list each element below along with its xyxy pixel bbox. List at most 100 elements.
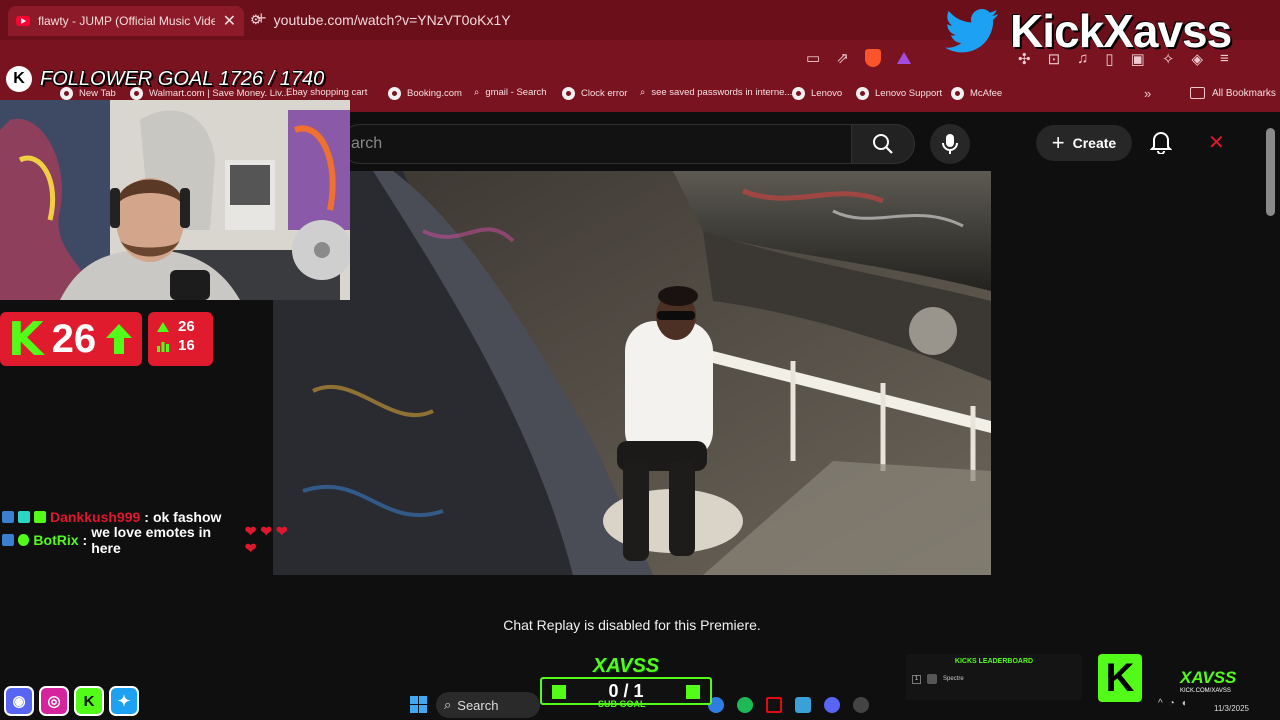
kick-logo-icon: K — [6, 66, 32, 92]
bookmark-gmail-search[interactable]: ⌕ gmail - Search — [474, 87, 547, 98]
sub-goal-label: SUB GOAL — [598, 699, 646, 709]
brave-shield-icon[interactable] — [864, 49, 881, 67]
bookmark-mcafee[interactable]: McAfee — [951, 87, 1002, 100]
leaderboard-name: Spectre — [943, 676, 964, 682]
search-input[interactable]: arch — [340, 124, 852, 164]
chat-username: Dankkush999 — [50, 508, 141, 525]
sub-goal-logo: XAVSS — [592, 655, 660, 677]
page-scrollbar[interactable] — [1266, 128, 1275, 216]
xavss-name: XAVSS — [1180, 668, 1237, 687]
url-text: youtube.com/watch?v=YNzVT0oKx1Y — [273, 12, 511, 28]
arrow-up-icon — [106, 324, 133, 354]
browser-tab-youtube[interactable]: flawty - JUMP (Official Music Video) - Y… — [8, 6, 244, 36]
youtube-favicon-icon — [16, 16, 30, 26]
badge-icon — [18, 510, 30, 523]
tab-title: flawty - JUMP (Official Music Video) - Y… — [38, 14, 215, 28]
heart-emotes-icon: ❤ ❤ ❤ ❤ — [244, 522, 288, 556]
chat-separator: : — [82, 531, 88, 548]
bookmark-lenovo-support[interactable]: Lenovo Support — [856, 87, 942, 100]
webcam-image — [0, 100, 350, 300]
chat-message: BotRix : we love emotes in here ❤ ❤ ❤ ❤ — [2, 523, 302, 556]
stream-chat: Dankkush999 : ok fashow BotRix : we love… — [2, 505, 302, 556]
globe-icon — [856, 87, 869, 100]
cast-icon[interactable]: ▭ — [806, 49, 820, 67]
discord-icon: ◉ — [4, 686, 34, 716]
search-button[interactable] — [851, 124, 915, 164]
verified-icon — [17, 533, 30, 546]
chevron-up-icon[interactable]: ^ — [1158, 698, 1163, 709]
avatar — [927, 674, 937, 684]
stats-row-up: 26 — [156, 318, 205, 335]
twitter-icon: ✦ — [109, 686, 139, 716]
globe-icon — [388, 87, 401, 100]
instagram-icon: ◎ — [39, 686, 69, 716]
twitter-bird-icon — [945, 9, 998, 53]
netflix-icon[interactable] — [766, 697, 782, 713]
voice-search-button[interactable] — [930, 124, 970, 164]
file-explorer-icon[interactable] — [795, 697, 811, 713]
badge-icon — [2, 533, 14, 546]
spotify-icon[interactable] — [737, 697, 753, 713]
discord-taskbar-icon[interactable] — [824, 697, 840, 713]
taskbar-search[interactable]: ⌕ Search — [436, 692, 540, 718]
url-field[interactable]: ⚙ youtube.com/watch?v=YNzVT0oKx1Y — [250, 6, 950, 34]
network-icon[interactable]: ◔ — [1169, 698, 1175, 709]
stat-up-value: 26 — [178, 318, 195, 335]
system-tray: ^ ◔ ◖ — [1158, 698, 1187, 709]
kicks-leaderboard: KICKS LEADERBOARD 1 Spectre — [906, 654, 1082, 700]
chat-replay-disabled-text: Chat Replay is disabled for this Premier… — [503, 617, 761, 633]
notifications-button[interactable] — [1149, 130, 1173, 159]
globe-icon — [792, 87, 805, 100]
chat-text: we love emotes in here — [91, 523, 212, 556]
follower-goal-text: FOLLOWER GOAL 1726 / 1740 — [40, 67, 325, 90]
bookmark-booking[interactable]: Booking.com — [388, 87, 462, 100]
search-input-text: arch — [351, 135, 383, 152]
bookmark-clock-error[interactable]: Clock error — [562, 87, 627, 100]
volume-icon[interactable]: ◖ — [1181, 698, 1187, 709]
settings-icon[interactable] — [853, 697, 869, 713]
social-icons: ◉ ◎ K ✦ — [4, 686, 139, 716]
search-icon: ⌕ — [444, 697, 452, 712]
viewer-count: 26 — [51, 316, 97, 361]
gift-icon — [686, 685, 700, 699]
xavss-url: KICK.COM/XAVSS — [1180, 688, 1231, 694]
chat-text: ok fashow — [152, 508, 222, 525]
address-bar-icons: ▭ ⇗ — [806, 49, 911, 67]
microphone-icon — [942, 134, 958, 154]
kick-k-icon: K — [7, 312, 44, 366]
bookmark-saved-passwords[interactable]: ⌕ see saved passwords in interne... — [640, 87, 792, 98]
viewer-counter: K 26 — [0, 312, 142, 366]
share-icon[interactable]: ⇗ — [836, 49, 849, 67]
search-icon: ⌕ — [474, 87, 480, 98]
leaderboard-title: KICKS LEADERBOARD — [954, 658, 1034, 665]
chat-username: BotRix — [33, 531, 79, 548]
site-settings-icon[interactable]: ⚙ — [250, 12, 262, 28]
sub-goal-widget: XAVSS 0 / 1 SUB GOAL — [540, 655, 712, 709]
search-icon: ⌕ — [640, 87, 646, 98]
stats-row-bars: 16 — [156, 337, 205, 354]
windows-start-icon[interactable] — [410, 696, 427, 713]
taskbar-date: 11/3/2025 — [1214, 704, 1249, 713]
xavss-brand-card: K XAVSS KICK.COM/XAVSS — [1098, 654, 1274, 704]
bar-chart-icon — [157, 341, 169, 352]
streamer-brand-banner: KickXavss — [944, 4, 1232, 58]
video-frame — [273, 171, 991, 575]
chat-separator: : — [144, 508, 149, 525]
plus-icon: + — [1051, 130, 1065, 155]
bookmarks-overflow-icon[interactable]: » — [1144, 86, 1151, 101]
gift-icon — [552, 685, 566, 699]
leaderboard-row: 1 Spectre — [912, 674, 1076, 684]
brave-rewards-icon[interactable] — [896, 52, 911, 64]
bookmark-lenovo[interactable]: Lenovo — [792, 87, 842, 100]
globe-icon — [951, 87, 964, 100]
close-icon[interactable]: ✕ — [1208, 130, 1225, 155]
all-bookmarks-button[interactable]: All Bookmarks — [1190, 87, 1276, 99]
video-player[interactable] — [273, 171, 991, 575]
create-button[interactable]: + Create — [1036, 125, 1132, 161]
bell-icon — [1149, 132, 1173, 155]
tab-close-icon[interactable]: ✕ — [223, 11, 236, 31]
kick-icon: K — [74, 686, 104, 716]
badge-icon — [2, 510, 14, 523]
badge-icon — [34, 510, 46, 523]
stream-stats: 26 16 — [148, 312, 213, 366]
